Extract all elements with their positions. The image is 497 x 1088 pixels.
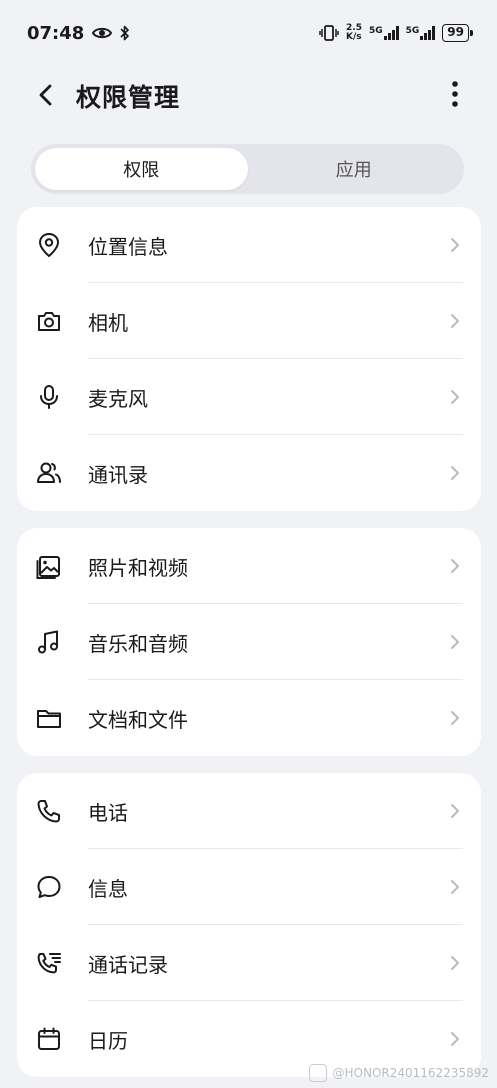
permission-group-2: 照片和视频 音乐和音频 文档和文件 [17,528,481,756]
permission-item-label: 照片和视频 [88,555,188,580]
permission-item-label: 日历 [88,1028,128,1053]
location-pin-icon [38,232,60,258]
permission-item-label: 文档和文件 [88,707,188,732]
bluetooth-icon [120,25,130,41]
more-vertical-icon[interactable] [440,76,470,112]
permission-item-messages[interactable]: 信息 [17,849,481,925]
permission-item-label: 通讯录 [88,462,148,487]
permission-item-music[interactable]: 音乐和音频 [17,604,481,680]
chevron-right-icon [451,880,459,894]
permission-item-call-log[interactable]: 通话记录 [17,925,481,1001]
page-title: 权限管理 [76,83,181,112]
permission-item-label: 信息 [88,876,128,901]
battery-icon: 99 [442,24,473,42]
signal-icon [420,26,436,40]
permission-item-files[interactable]: 文档和文件 [17,680,481,756]
chevron-right-icon [451,559,459,573]
net-speed: 2.5 K/s [346,24,362,42]
message-icon [37,876,61,898]
permission-item-label: 音乐和音频 [88,631,188,656]
permission-item-location[interactable]: 位置信息 [17,207,481,283]
net-speed-unit: K/s [346,32,362,42]
status-right: 2.5 K/s 5G 5G 99 [319,24,473,42]
chevron-right-icon [451,956,459,970]
eye-icon [92,27,113,39]
call-log-icon [37,953,61,974]
app-header: 权限管理 [0,66,497,126]
watermark-text: @HONOR2401162235892 [332,1066,489,1080]
chevron-right-icon [451,314,459,328]
permission-item-label: 电话 [88,800,128,825]
permission-item-phone[interactable]: 电话 [17,773,481,849]
chevron-right-icon [451,804,459,818]
chevron-left-icon[interactable] [32,80,62,110]
folder-icon [37,710,61,728]
phone-icon [37,800,60,823]
watermark-logo-icon [308,1064,327,1082]
tab-permissions[interactable]: 权限 [35,148,248,190]
vibrate-icon [319,25,339,41]
permission-item-contacts[interactable]: 通讯录 [17,435,481,511]
permission-item-label: 通话记录 [88,952,168,977]
permission-tabs: 权限 应用 [31,144,464,194]
photo-icon [36,556,60,579]
chevron-right-icon [451,238,459,252]
permission-group-3: 电话 信息 通话记录 日历 [17,773,481,1077]
microphone-icon [40,385,58,409]
chevron-right-icon [451,390,459,404]
permission-item-microphone[interactable]: 麦克风 [17,359,481,435]
permission-item-label: 位置信息 [88,234,168,259]
chevron-right-icon [451,711,459,725]
chevron-right-icon [451,1032,459,1046]
sim2-label: 5G [405,26,420,36]
status-bar: 07:48 2.5 K/s 5G 5G 99 [0,0,497,66]
chevron-right-icon [451,466,459,480]
sim2-signal: 5G [406,26,436,40]
clock: 07:48 [27,22,85,44]
permission-item-camera[interactable]: 相机 [17,283,481,359]
camera-icon [38,312,60,331]
chevron-right-icon [451,635,459,649]
sim1-label: 5G [368,26,383,36]
watermark: @HONOR2401162235892 [308,1064,489,1082]
tab-apps[interactable]: 应用 [248,148,461,190]
permission-item-label: 麦克风 [88,386,148,411]
signal-icon [383,26,399,40]
calendar-icon [38,1027,60,1050]
status-left: 07:48 [27,23,130,44]
contacts-icon [37,462,61,483]
permission-group-1: 位置信息 相机 麦克风 通讯录 [17,207,481,511]
permission-item-photos[interactable]: 照片和视频 [17,528,481,604]
music-note-icon [38,630,58,654]
sim1-signal: 5G [369,26,399,40]
permission-item-label: 相机 [88,310,128,335]
